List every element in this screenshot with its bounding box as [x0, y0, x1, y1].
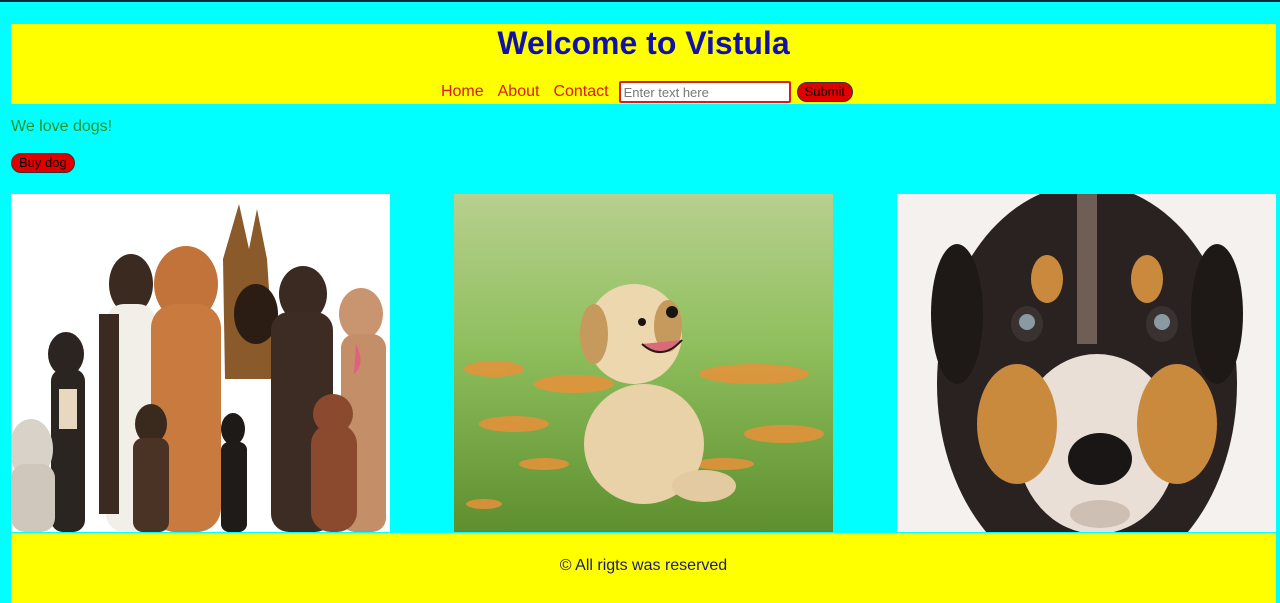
copyright-text: © All rigts was reserved [559, 557, 728, 574]
tagline: We love dogs! [11, 118, 113, 135]
buy-dog-button[interactable]: Buy dog [11, 153, 75, 173]
puppy-on-grass-image [454, 194, 833, 532]
nav-link-home[interactable]: Home [441, 83, 484, 101]
nav-link-about[interactable]: About [498, 83, 540, 101]
search-input[interactable] [618, 81, 791, 103]
nav-link-contact[interactable]: Contact [553, 83, 608, 101]
puppy-face-image [897, 194, 1276, 532]
site-header: Welcome to Vistula Home About Contact Su… [11, 24, 1276, 104]
site-footer: © All rigts was reserved [11, 533, 1276, 603]
submit-button[interactable]: Submit [796, 82, 854, 102]
page-title: Welcome to Vistula [497, 25, 790, 61]
dog-group-image [11, 194, 390, 532]
main-nav: Home About Contact Submit [11, 80, 1276, 104]
